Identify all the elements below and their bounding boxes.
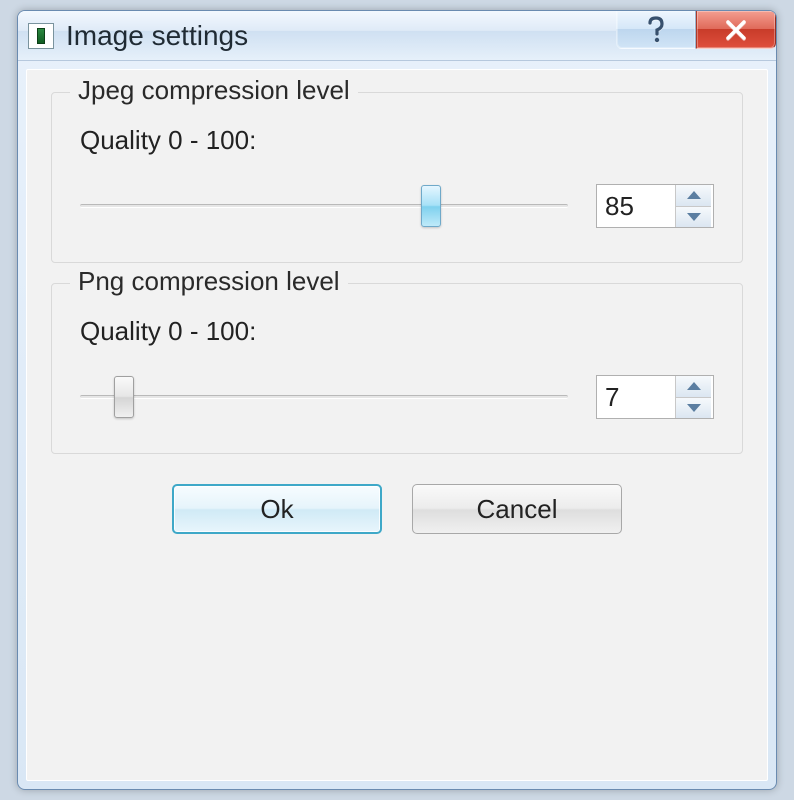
jpeg-slider-thumb[interactable] — [421, 185, 441, 227]
jpeg-compression-group: Jpeg compression level Quality 0 - 100: — [51, 92, 743, 263]
ok-button[interactable]: Ok — [172, 484, 382, 534]
png-group-legend: Png compression level — [70, 266, 348, 297]
chevron-up-icon — [687, 382, 701, 390]
png-quality-spinbox — [596, 375, 714, 419]
png-quality-slider[interactable] — [80, 377, 568, 417]
chevron-down-icon — [687, 404, 701, 412]
cancel-button[interactable]: Cancel — [412, 484, 622, 534]
dialog-button-row: Ok Cancel — [51, 474, 743, 538]
client-area: Jpeg compression level Quality 0 - 100: — [26, 69, 768, 781]
chevron-down-icon — [687, 213, 701, 221]
jpeg-quality-spinbox — [596, 184, 714, 228]
window-title: Image settings — [66, 20, 248, 52]
close-button[interactable] — [696, 11, 776, 49]
help-icon — [646, 16, 666, 44]
titlebar: Image settings — [18, 11, 776, 61]
jpeg-spin-down-button[interactable] — [676, 207, 711, 228]
jpeg-group-legend: Jpeg compression level — [70, 75, 358, 106]
jpeg-quality-label: Quality 0 - 100: — [80, 125, 714, 156]
png-control-row — [80, 375, 714, 419]
png-spin-up-button[interactable] — [676, 376, 711, 398]
help-button[interactable] — [616, 11, 696, 49]
png-quality-label: Quality 0 - 100: — [80, 316, 714, 347]
jpeg-quality-slider[interactable] — [80, 186, 568, 226]
png-spin-down-button[interactable] — [676, 398, 711, 419]
png-compression-group: Png compression level Quality 0 - 100: — [51, 283, 743, 454]
close-icon — [724, 18, 748, 42]
app-icon — [28, 23, 54, 49]
png-quality-input[interactable] — [597, 376, 675, 418]
image-settings-dialog: Image settings Jpeg compression level Qu… — [17, 10, 777, 790]
jpeg-quality-input[interactable] — [597, 185, 675, 227]
jpeg-control-row — [80, 184, 714, 228]
png-slider-thumb[interactable] — [114, 376, 134, 418]
jpeg-spin-up-button[interactable] — [676, 185, 711, 207]
chevron-up-icon — [687, 191, 701, 199]
titlebar-controls — [616, 11, 776, 49]
